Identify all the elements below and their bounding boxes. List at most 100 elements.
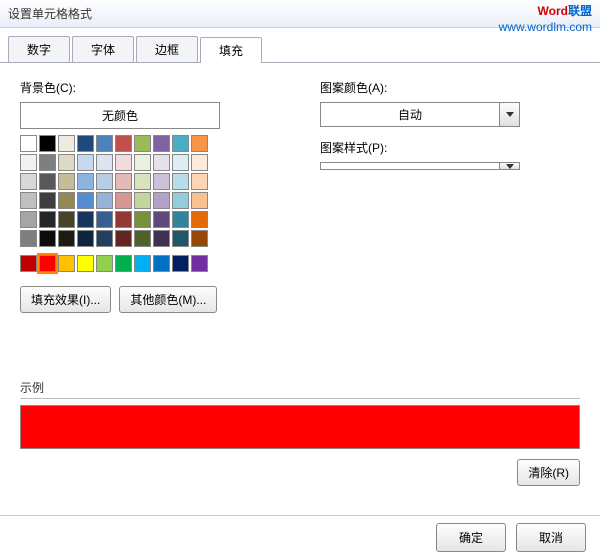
sample-label: 示例 (20, 379, 580, 396)
theme-color-grid (20, 135, 220, 247)
color-swatch[interactable] (134, 173, 151, 190)
color-swatch[interactable] (39, 154, 56, 171)
color-swatch[interactable] (20, 255, 37, 272)
tab-边框[interactable]: 边框 (136, 36, 198, 62)
color-swatch[interactable] (191, 135, 208, 152)
color-swatch[interactable] (20, 173, 37, 190)
color-swatch[interactable] (96, 173, 113, 190)
color-swatch[interactable] (172, 211, 189, 228)
pattern-style-dropdown[interactable] (320, 162, 520, 170)
fill-effects-button[interactable]: 填充效果(I)... (20, 286, 111, 313)
color-swatch[interactable] (153, 173, 170, 190)
color-swatch[interactable] (77, 211, 94, 228)
color-swatch[interactable] (153, 230, 170, 247)
color-swatch[interactable] (20, 192, 37, 209)
color-swatch[interactable] (58, 255, 75, 272)
color-swatch[interactable] (191, 211, 208, 228)
tab-填充[interactable]: 填充 (200, 37, 262, 63)
color-swatch[interactable] (20, 230, 37, 247)
color-swatch[interactable] (96, 135, 113, 152)
color-swatch[interactable] (96, 255, 113, 272)
chevron-down-icon (506, 164, 514, 169)
color-swatch[interactable] (96, 192, 113, 209)
color-swatch[interactable] (115, 154, 132, 171)
dialog-footer: 确定 取消 (436, 523, 586, 552)
more-colors-button[interactable]: 其他颜色(M)... (119, 286, 217, 313)
color-swatch[interactable] (58, 135, 75, 152)
color-swatch[interactable] (134, 255, 151, 272)
pattern-color-dropdown-button[interactable] (500, 102, 520, 127)
color-swatch[interactable] (191, 173, 208, 190)
color-swatch[interactable] (58, 211, 75, 228)
color-swatch[interactable] (58, 192, 75, 209)
color-swatch[interactable] (134, 154, 151, 171)
tab-content-fill: 背景色(C): 无颜色 填充效果(I)... 其他颜色(M)... 图案颜色(A… (0, 63, 600, 329)
color-swatch[interactable] (134, 230, 151, 247)
watermark: Word联盟 www.wordlm.com (499, 2, 592, 34)
tab-字体[interactable]: 字体 (72, 36, 134, 62)
color-swatch[interactable] (77, 154, 94, 171)
color-swatch[interactable] (134, 211, 151, 228)
pattern-style-label: 图案样式(P): (320, 139, 580, 156)
color-swatch[interactable] (115, 173, 132, 190)
color-swatch[interactable] (20, 135, 37, 152)
color-swatch[interactable] (191, 192, 208, 209)
standard-color-grid (20, 255, 220, 272)
color-swatch[interactable] (77, 255, 94, 272)
color-swatch[interactable] (172, 192, 189, 209)
color-swatch[interactable] (191, 230, 208, 247)
pattern-style-dropdown-button[interactable] (500, 162, 520, 170)
color-swatch[interactable] (172, 135, 189, 152)
color-swatch[interactable] (134, 135, 151, 152)
background-color-group: 背景色(C): 无颜色 填充效果(I)... 其他颜色(M)... (20, 79, 280, 313)
color-swatch[interactable] (20, 211, 37, 228)
color-swatch[interactable] (77, 192, 94, 209)
color-swatch[interactable] (96, 154, 113, 171)
color-swatch[interactable] (172, 230, 189, 247)
pattern-color-value: 自动 (320, 102, 500, 127)
color-swatch[interactable] (39, 173, 56, 190)
color-swatch[interactable] (115, 192, 132, 209)
tab-数字[interactable]: 数字 (8, 36, 70, 62)
color-swatch[interactable] (115, 211, 132, 228)
color-swatch[interactable] (153, 135, 170, 152)
color-swatch[interactable] (115, 230, 132, 247)
color-swatch[interactable] (153, 192, 170, 209)
pattern-style-value (320, 162, 500, 170)
color-swatch[interactable] (115, 255, 132, 272)
window-title: 设置单元格格式 (8, 5, 92, 22)
color-swatch[interactable] (39, 255, 56, 272)
color-swatch[interactable] (39, 135, 56, 152)
color-swatch[interactable] (172, 154, 189, 171)
color-swatch[interactable] (172, 173, 189, 190)
color-swatch[interactable] (77, 230, 94, 247)
color-swatch[interactable] (77, 135, 94, 152)
color-swatch[interactable] (77, 173, 94, 190)
cancel-button[interactable]: 取消 (516, 523, 586, 552)
ok-button[interactable]: 确定 (436, 523, 506, 552)
color-swatch[interactable] (58, 230, 75, 247)
pattern-color-label: 图案颜色(A): (320, 79, 580, 96)
sample-divider (20, 398, 580, 399)
chevron-down-icon (506, 112, 514, 117)
color-swatch[interactable] (58, 154, 75, 171)
color-swatch[interactable] (39, 211, 56, 228)
color-swatch[interactable] (153, 255, 170, 272)
color-swatch[interactable] (39, 230, 56, 247)
pattern-color-dropdown[interactable]: 自动 (320, 102, 520, 127)
color-swatch[interactable] (153, 211, 170, 228)
color-swatch[interactable] (191, 255, 208, 272)
color-swatch[interactable] (39, 192, 56, 209)
color-swatch[interactable] (115, 135, 132, 152)
color-swatch[interactable] (134, 192, 151, 209)
pattern-group: 图案颜色(A): 自动 图案样式(P): (320, 79, 580, 313)
clear-button[interactable]: 清除(R) (517, 459, 580, 486)
color-swatch[interactable] (172, 255, 189, 272)
color-swatch[interactable] (20, 154, 37, 171)
color-swatch[interactable] (153, 154, 170, 171)
color-swatch[interactable] (58, 173, 75, 190)
color-swatch[interactable] (96, 230, 113, 247)
no-color-button[interactable]: 无颜色 (20, 102, 220, 129)
color-swatch[interactable] (191, 154, 208, 171)
color-swatch[interactable] (96, 211, 113, 228)
